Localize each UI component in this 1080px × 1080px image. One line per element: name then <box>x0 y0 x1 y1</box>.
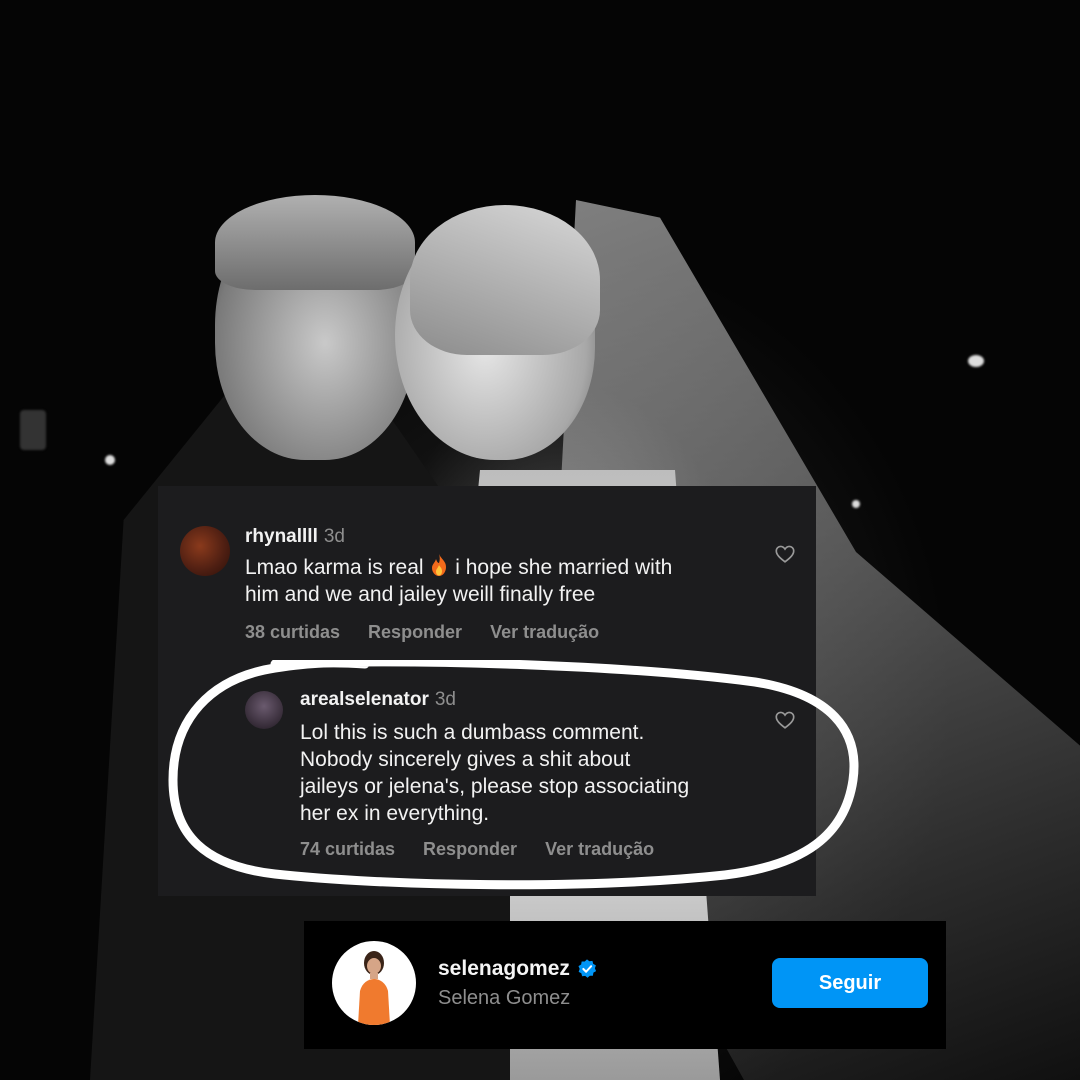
reply-button[interactable]: Responder <box>423 839 517 860</box>
avatar[interactable] <box>180 526 230 576</box>
username-text[interactable]: arealselenator <box>300 689 429 710</box>
follow-button[interactable]: Seguir <box>772 958 928 1008</box>
handle-text[interactable]: selenagomez <box>438 957 570 981</box>
translate-button[interactable]: Ver tradução <box>490 622 599 643</box>
fire-icon <box>432 554 447 576</box>
comment-actions: 74 curtidas Responder Ver tradução <box>300 839 654 860</box>
comments-card: rhynallll 3d Lmao karma is real i hope sh… <box>158 486 816 896</box>
comment-username[interactable]: rhynallll 3d <box>245 526 345 548</box>
profile-card: selenagomez Selena Gomez Seguir <box>304 921 946 1049</box>
likes-count[interactable]: 74 curtidas <box>300 839 395 860</box>
comment-text: Lol this is such a dumbass comment. Nobo… <box>300 721 690 825</box>
likes-count[interactable]: 38 curtidas <box>245 622 340 643</box>
comment-text: Lmao karma is real i hope she married wi… <box>245 553 672 608</box>
heart-icon[interactable] <box>774 543 796 565</box>
profile-avatar[interactable] <box>332 941 416 1025</box>
verified-badge-icon <box>578 959 596 978</box>
comment-username[interactable]: arealselenator 3d <box>300 689 456 711</box>
comment-time: 3d <box>323 526 345 547</box>
comment-text-part: Lmao karma is real <box>245 556 430 579</box>
heart-icon[interactable] <box>774 709 796 731</box>
profile-full-name: Selena Gomez <box>438 987 571 1009</box>
avatar[interactable] <box>245 691 283 729</box>
username-text[interactable]: rhynallll <box>245 526 318 547</box>
profile-photo-icon <box>358 951 390 1025</box>
profile-handle[interactable]: selenagomez <box>438 957 598 981</box>
comment-actions: 38 curtidas Responder Ver tradução <box>245 622 599 643</box>
comment-time: 3d <box>434 689 456 710</box>
translate-button[interactable]: Ver tradução <box>545 839 654 860</box>
reply-button[interactable]: Responder <box>368 622 462 643</box>
